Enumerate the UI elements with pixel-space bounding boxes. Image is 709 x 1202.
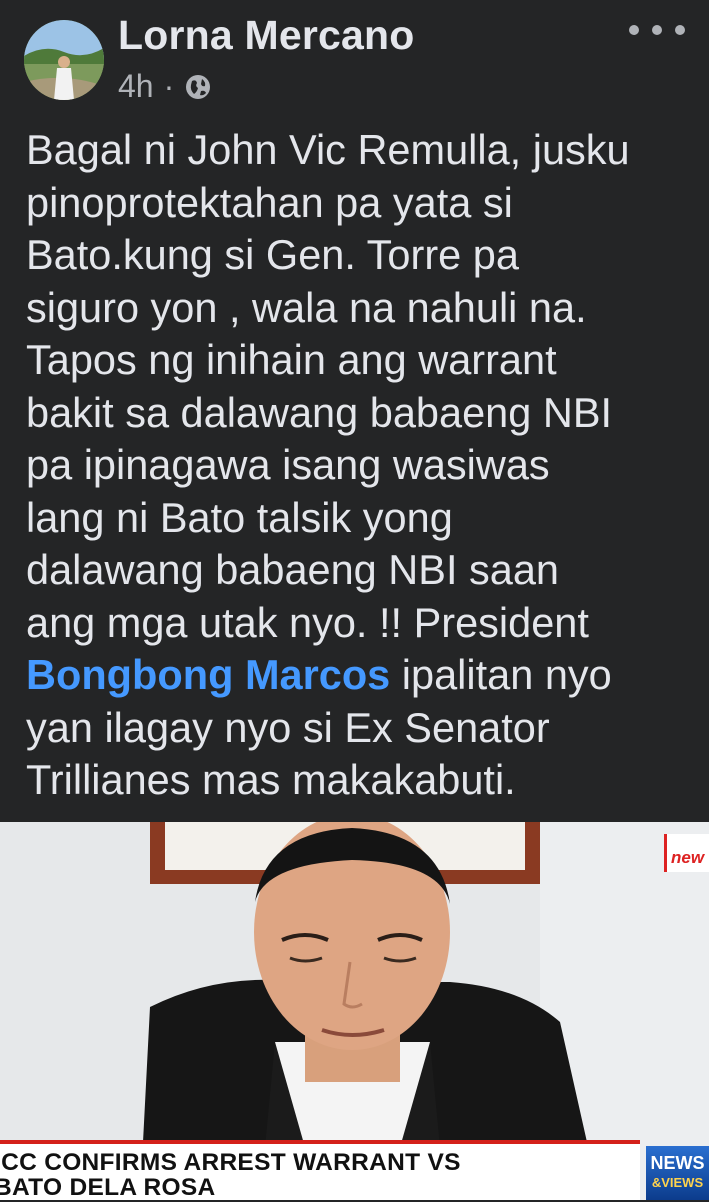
news-ticker: ICC CONFIRMS ARREST WARRANT VS BATO DELA… <box>0 1140 640 1201</box>
post-text-line: bakit sa dalawang babaeng NBI <box>26 388 613 436</box>
news-logo-subtext: &VIEWS <box>651 1175 704 1190</box>
news-logo-text: NEWS <box>650 1153 705 1173</box>
more-options-icon[interactable] <box>629 18 685 42</box>
post-time[interactable]: 4h <box>118 68 154 105</box>
post-body: Bagal ni John Vic Remulla, jusku pinopro… <box>26 124 696 807</box>
post-header: Lorna Mercano 4h · <box>0 0 709 110</box>
post-text-line: pinoprotektahan pa yata si <box>26 178 513 226</box>
post-meta: 4h · <box>118 66 212 106</box>
post-text-line: Bagal ni John Vic Remulla, jusku <box>26 126 630 173</box>
channel-brand-tag: new <box>664 834 709 872</box>
post-text-line-mention: Bongbong Marcos ipalitan nyo <box>26 649 696 702</box>
mention-suffix: ipalitan nyo <box>390 651 612 698</box>
post-text-line: dalawang babaeng NBI saan <box>26 546 559 593</box>
post-text-line: ang mga utak nyo. !! President <box>26 598 589 646</box>
globe-icon <box>184 72 212 100</box>
meta-separator: · <box>163 67 175 104</box>
post-text-line: Trillianes mas makakabuti. <box>26 756 516 803</box>
mention-link[interactable]: Bongbong Marcos <box>26 651 390 698</box>
post-text-line: lang ni Bato talsik yong <box>26 493 453 541</box>
post-text-line: yan ilagay nyo si Ex Senator <box>26 703 550 751</box>
ticker-headline-line2: BATO DELA ROSA <box>0 1174 216 1201</box>
post-text-line: pa ipinagawa isang wasiwas <box>26 441 550 488</box>
post-text-line: Bato.kung si Gen. Torre pa <box>26 231 519 278</box>
post-text-line: siguro yon , wala na nahuli na. <box>26 283 587 331</box>
avatar[interactable] <box>24 20 104 100</box>
news-views-logo: NEWS &VIEWS <box>646 1146 709 1200</box>
author-name[interactable]: Lorna Mercano <box>118 12 415 59</box>
post-text-line: Tapos ng inihain ang warrant <box>26 336 557 383</box>
ticker-headline-line1: ICC CONFIRMS ARREST WARRANT VS <box>0 1149 461 1176</box>
